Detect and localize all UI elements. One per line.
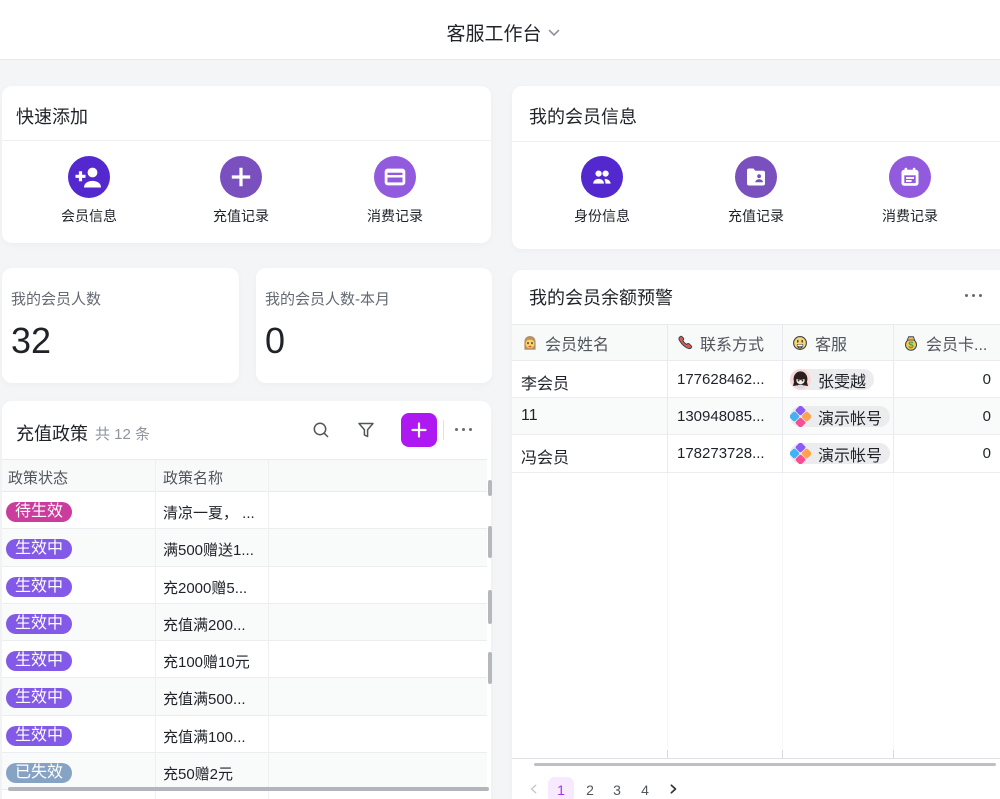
svg-text:$: $ [908,340,914,351]
